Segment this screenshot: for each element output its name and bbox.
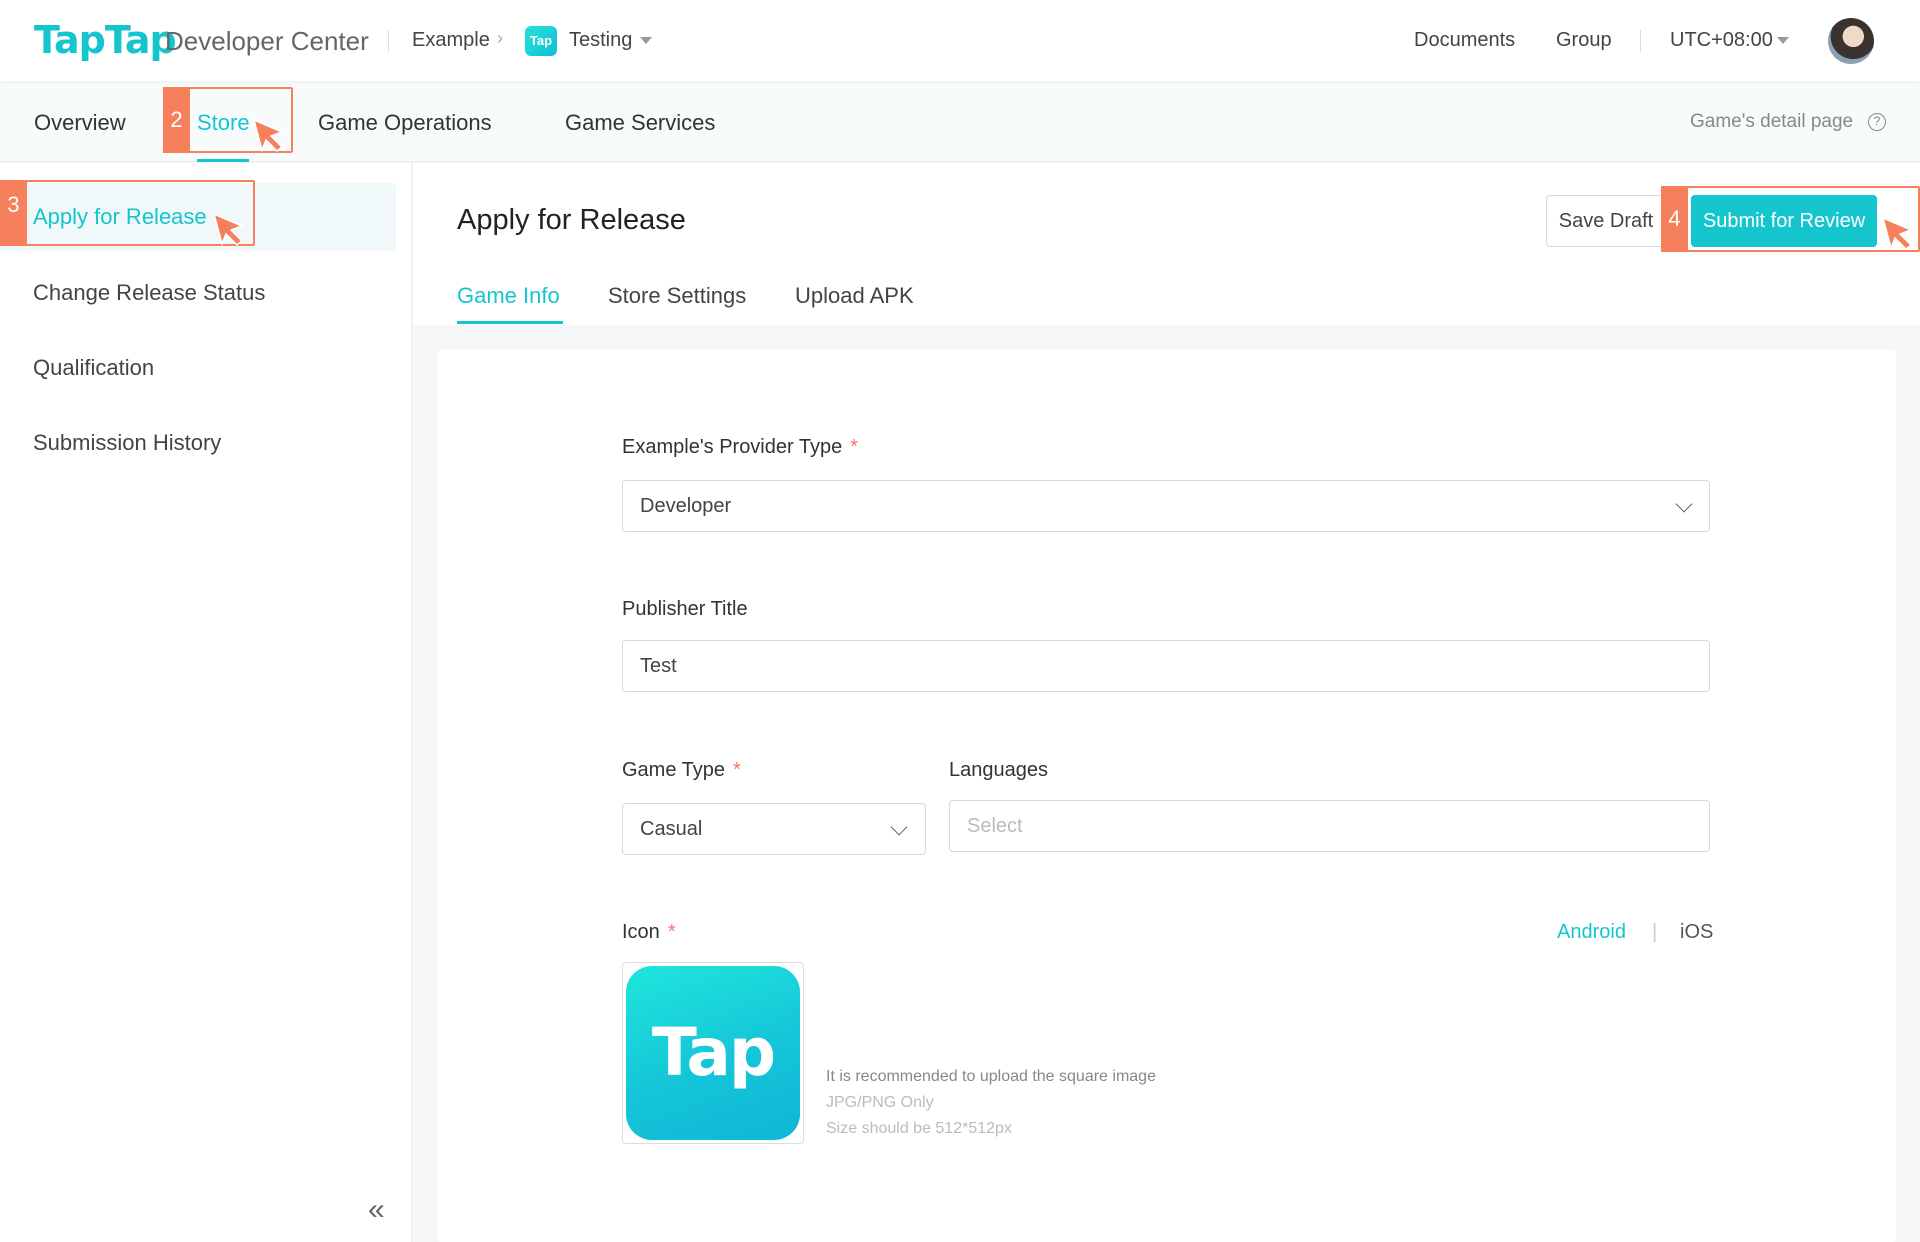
active-tab-underline — [457, 321, 563, 324]
cursor-arrow-icon — [1881, 216, 1914, 250]
chevron-down-icon[interactable] — [640, 37, 652, 44]
annotation-step-4-number: 4 — [1661, 186, 1688, 252]
required-marker: * — [850, 436, 859, 458]
game-icon-image: Tap — [626, 966, 800, 1140]
collapse-sidebar-icon[interactable]: « — [368, 1193, 385, 1227]
tab-game-info[interactable]: Game Info — [457, 283, 560, 309]
taptap-logo[interactable]: TapTap — [34, 18, 177, 62]
save-draft-button[interactable]: Save Draft — [1546, 195, 1666, 247]
publisher-title-input[interactable]: Test — [622, 640, 1710, 692]
annotation-step-3-number: 3 — [0, 180, 27, 246]
icon-upload[interactable]: Tap — [622, 962, 804, 1144]
documents-link[interactable]: Documents — [1414, 29, 1515, 52]
game-detail-page-link[interactable]: Game's detail page — [1690, 111, 1853, 133]
platform-android-toggle[interactable]: Android — [1557, 921, 1626, 944]
breadcrumb-app[interactable]: Testing — [569, 29, 632, 52]
cursor-arrow-icon — [252, 118, 285, 152]
nav-game-operations[interactable]: Game Operations — [318, 110, 492, 136]
tab-store-settings[interactable]: Store Settings — [608, 283, 746, 309]
icon-label-text: Icon — [622, 921, 660, 943]
breadcrumb-org[interactable]: Example — [412, 29, 490, 52]
platform-divider: | — [1652, 921, 1658, 943]
languages-select[interactable]: Select — [949, 800, 1710, 852]
app-icon: Tap — [525, 26, 557, 56]
developer-center-label: Developer Center — [165, 26, 369, 56]
sidebar-item-qualification[interactable]: Qualification — [33, 355, 154, 381]
header-divider — [388, 30, 389, 52]
game-type-label: Game Type * — [622, 759, 741, 782]
annotation-step-2-number: 2 — [163, 87, 190, 153]
icon-hint-format: JPG/PNG Only — [826, 1094, 934, 1111]
sidebar: Apply for Release Change Release Status … — [0, 163, 412, 1242]
timezone-selector[interactable]: UTC+08:00 — [1670, 29, 1773, 52]
top-header: TapTap Developer Center Example › Tap Te… — [0, 0, 1920, 81]
game-info-form: Example's Provider Type * Developer Publi… — [438, 350, 1896, 1242]
languages-label: Languages — [949, 759, 1048, 781]
game-type-select[interactable]: Casual — [622, 803, 926, 855]
chevron-down-icon[interactable] — [1777, 37, 1789, 44]
help-circle-icon[interactable]: ? — [1868, 113, 1886, 131]
sidebar-item-change-release-status[interactable]: Change Release Status — [33, 280, 265, 306]
icon-hint-size: Size should be 512*512px — [826, 1120, 1012, 1137]
game-type-label-text: Game Type — [622, 759, 726, 781]
group-link[interactable]: Group — [1556, 29, 1612, 52]
sidebar-item-submission-history[interactable]: Submission History — [33, 430, 221, 456]
active-tab-underline — [197, 159, 249, 162]
nav-overview[interactable]: Overview — [34, 110, 126, 136]
cursor-arrow-icon — [212, 212, 245, 246]
header-divider — [1640, 30, 1641, 52]
icon-label: Icon * — [622, 921, 676, 944]
avatar[interactable] — [1828, 18, 1874, 64]
tab-upload-apk[interactable]: Upload APK — [795, 283, 914, 309]
page-title: Apply for Release — [457, 204, 686, 236]
chevron-right-icon: › — [497, 28, 503, 48]
provider-type-label-text: Example's Provider Type — [622, 436, 843, 458]
platform-ios-toggle[interactable]: iOS — [1680, 921, 1713, 944]
required-marker: * — [667, 921, 676, 943]
provider-type-select[interactable]: Developer — [622, 480, 1710, 532]
nav-game-services[interactable]: Game Services — [565, 110, 715, 136]
required-marker: * — [733, 759, 741, 781]
provider-type-label: Example's Provider Type * — [622, 436, 858, 459]
icon-hint-square: It is recommended to upload the square i… — [826, 1068, 1156, 1085]
publisher-title-label: Publisher Title — [622, 598, 748, 620]
